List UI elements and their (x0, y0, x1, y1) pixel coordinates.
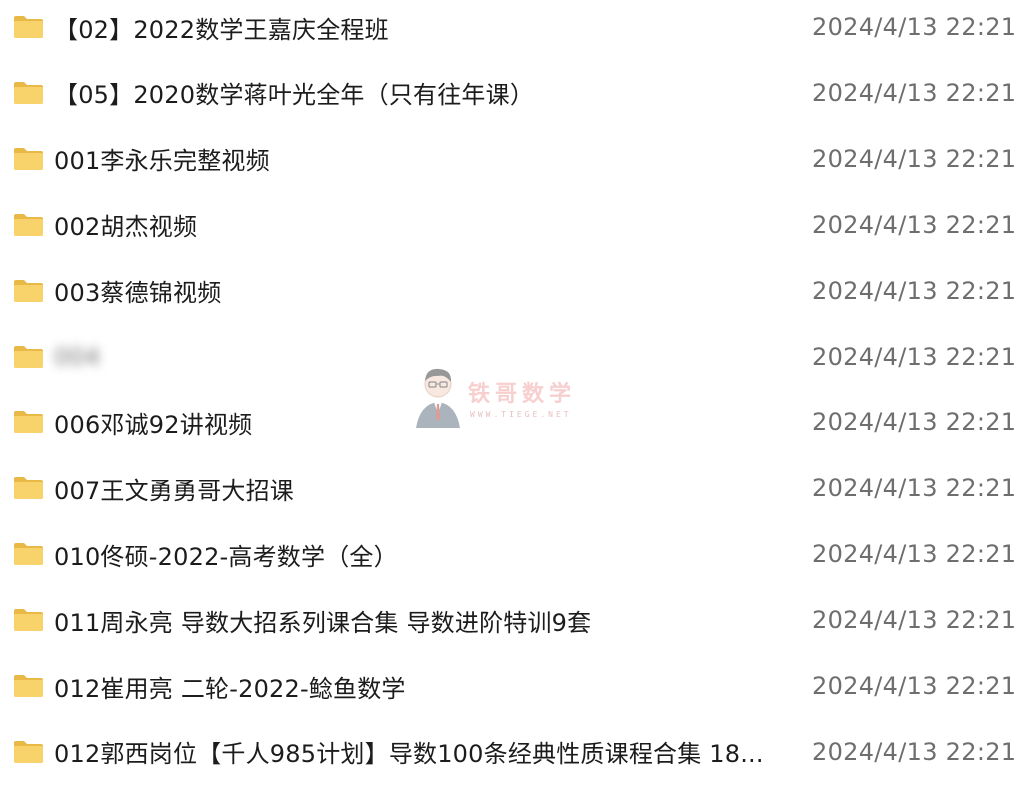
date-modified: 2024/4/13 22:21 (812, 408, 1017, 437)
folder-icon (14, 477, 43, 500)
file-name: 【02】2022数学王嘉庆全程班 (54, 15, 389, 44)
folder-icon (14, 213, 43, 236)
folder-icon (14, 81, 43, 104)
list-item[interactable]: 010佟硕-2022-高考数学（全） 2024/4/13 22:21 (0, 528, 1024, 580)
folder-icon (14, 279, 43, 302)
date-modified: 2024/4/13 22:21 (812, 276, 1017, 305)
folder-icon (14, 740, 43, 763)
folder-icon (14, 16, 43, 38)
list-item[interactable]: 007王文勇勇哥大招课 2024/4/13 22:21 (0, 462, 1024, 514)
file-name: 【05】2020数学蒋叶光全年（只有往年课） (54, 81, 535, 110)
list-item[interactable]: 011周永亮 导数大招系列课合集 导数进阶特训9套 2024/4/13 22:21 (0, 594, 1024, 646)
date-modified: 2024/4/13 22:21 (812, 144, 1017, 173)
folder-icon (14, 609, 43, 632)
file-name: 007王文勇勇哥大招课 (54, 476, 295, 505)
list-item[interactable]: 【05】2020数学蒋叶光全年（只有往年课） 2024/4/13 22:21 (0, 67, 1024, 119)
list-item[interactable]: 001李永乐完整视频 2024/4/13 22:21 (0, 133, 1024, 185)
folder-icon (14, 675, 43, 697)
date-modified: 2024/4/13 22:21 (812, 672, 1017, 700)
list-item[interactable]: 003蔡德锦视频 2024/4/13 22:21 (0, 265, 1024, 317)
list-item[interactable]: 002胡杰视频 2024/4/13 22:21 (0, 199, 1024, 251)
folder-icon (14, 147, 43, 170)
file-name: 004 (54, 342, 101, 371)
file-name: 012郭西岗位【千人985计划】导数100条经典性质课程合集 18... (54, 740, 764, 769)
folder-icon (14, 411, 43, 434)
date-modified: 2024/4/13 22:21 (812, 540, 1017, 569)
file-list: 【02】2022数学王嘉庆全程班 2024/4/13 22:21 【05】2020数… (0, 0, 1024, 788)
file-name: 012崔用亮 二轮-2022-鲶鱼数学 (54, 674, 406, 703)
file-name: 003蔡德锦视频 (54, 279, 222, 308)
date-modified: 2024/4/13 22:21 (812, 210, 1017, 239)
date-modified: 2024/4/13 22:21 (812, 78, 1017, 107)
file-name: 006邓诚92讲视频 (54, 410, 253, 439)
date-modified: 2024/4/13 22:21 (812, 474, 1017, 503)
file-name: 010佟硕-2022-高考数学（全） (54, 542, 398, 571)
list-item[interactable]: 004 2024/4/13 22:21 (0, 331, 1024, 383)
list-item[interactable]: 006邓诚92讲视频 2024/4/13 22:21 (0, 396, 1024, 448)
list-item[interactable]: 【02】2022数学王嘉庆全程班 2024/4/13 22:21 (0, 1, 1024, 53)
list-item[interactable]: 012崔用亮 二轮-2022-鲶鱼数学 2024/4/13 22:21 (0, 660, 1024, 712)
date-modified: 2024/4/13 22:21 (812, 737, 1017, 766)
file-name: 002胡杰视频 (54, 213, 198, 242)
folder-icon (14, 345, 43, 368)
file-name: 001李永乐完整视频 (54, 147, 270, 176)
date-modified: 2024/4/13 22:21 (812, 13, 1017, 41)
folder-icon (14, 543, 43, 566)
file-name: 011周永亮 导数大招系列课合集 导数进阶特训9套 (54, 608, 592, 637)
date-modified: 2024/4/13 22:21 (812, 342, 1017, 371)
date-modified: 2024/4/13 22:21 (812, 606, 1017, 635)
list-item[interactable]: 012郭西岗位【千人985计划】导数100条经典性质课程合集 18... 2024… (0, 726, 1024, 778)
